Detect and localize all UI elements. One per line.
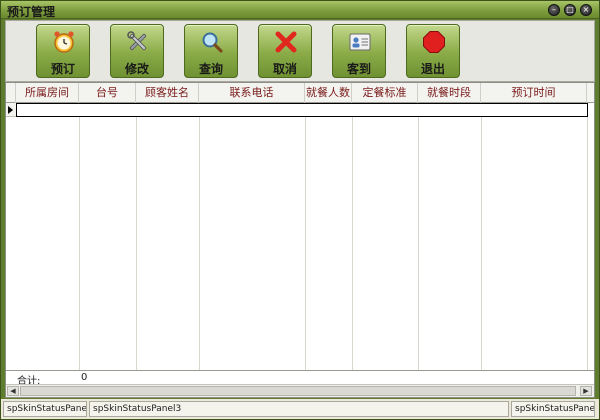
magnifier-icon — [202, 32, 223, 53]
search-button[interactable]: 查询 — [184, 24, 238, 78]
tools-icon — [127, 31, 147, 51]
title-bar[interactable]: 预订管理 – □ × — [1, 1, 599, 19]
scroll-thumb[interactable] — [20, 386, 576, 396]
window-title: 预订管理 — [7, 5, 56, 19]
alarm-clock-icon — [54, 31, 74, 53]
exit-button[interactable]: 退出 — [406, 24, 460, 78]
edit-button-label: 修改 — [124, 62, 149, 76]
column-header-diners[interactable]: 就餐人数 — [305, 83, 352, 103]
grid-header: 所属房间 台号 顾客姓名 联系电话 就餐人数 定餐标准 就餐时段 预订时间 — [6, 83, 594, 103]
minimize-button[interactable]: – — [548, 4, 560, 16]
column-divider — [199, 103, 200, 371]
column-header-room[interactable]: 所属房间 — [16, 83, 79, 103]
chevron-left-icon: ◀ — [10, 387, 16, 395]
column-divider — [481, 103, 482, 371]
cancel-button[interactable]: 取消 — [258, 24, 312, 78]
status-panel-1: spSkinStatusPanel1 — [3, 401, 87, 417]
column-divider — [136, 103, 137, 371]
column-divider — [79, 103, 80, 371]
reservation-window: 预订管理 – □ × 预订 修改 查询 取消 客到 退出 所属房间 台号 顾客姓… — [0, 0, 600, 420]
column-header-meal-standard[interactable]: 定餐标准 — [352, 83, 418, 103]
toolbar: 预订 修改 查询 取消 客到 退出 — [5, 20, 595, 82]
maximize-icon: □ — [566, 5, 574, 14]
red-x-icon — [275, 31, 297, 53]
chevron-right-icon: ▶ — [583, 387, 589, 395]
column-header-customer-name[interactable]: 顾客姓名 — [136, 83, 199, 103]
status-bar: spSkinStatusPanel1 spSkinStatusPanel3 sp… — [1, 399, 599, 419]
close-button[interactable]: × — [580, 4, 592, 16]
status-panel-3: spSkinStatusPanel3 — [89, 401, 509, 417]
row-indicator-header — [6, 83, 16, 103]
guest-arrived-button[interactable]: 客到 — [332, 24, 386, 78]
column-divider — [352, 103, 353, 371]
reserve-button[interactable]: 预订 — [36, 24, 90, 78]
current-row-indicator[interactable] — [6, 103, 16, 117]
guest-arrived-button-label: 客到 — [346, 62, 371, 76]
column-header-phone[interactable]: 联系电话 — [199, 83, 305, 103]
column-header-meal-period[interactable]: 就餐时段 — [418, 83, 481, 103]
horizontal-scrollbar[interactable]: ◀ ▶ — [6, 384, 594, 397]
column-divider — [587, 103, 588, 371]
reservation-grid[interactable]: 所属房间 台号 顾客姓名 联系电话 就餐人数 定餐标准 就餐时段 预订时间 合计… — [5, 82, 595, 398]
exit-button-label: 退出 — [420, 62, 445, 76]
search-button-label: 查询 — [198, 62, 223, 76]
total-value: 0 — [81, 372, 88, 383]
maximize-button[interactable]: □ — [564, 4, 576, 16]
stop-sign-icon — [423, 31, 445, 53]
new-record-row[interactable] — [16, 103, 588, 117]
column-divider — [305, 103, 306, 371]
row-pointer-icon — [8, 106, 13, 114]
column-divider — [418, 103, 419, 371]
minimize-icon: – — [552, 5, 556, 14]
reserve-button-label: 预订 — [50, 62, 75, 76]
edit-button[interactable]: 修改 — [110, 24, 164, 78]
scroll-left-button[interactable]: ◀ — [7, 386, 19, 396]
status-panel-2: spSkinStatusPanel2 — [511, 401, 595, 417]
cancel-button-label: 取消 — [272, 62, 297, 76]
column-header-reserve-time[interactable]: 预订时间 — [481, 83, 587, 103]
scroll-right-button[interactable]: ▶ — [580, 386, 592, 396]
contact-card-icon — [349, 33, 371, 51]
close-icon: × — [582, 5, 590, 14]
grid-footer: 合计: 0 — [6, 370, 594, 387]
column-header-table-no[interactable]: 台号 — [79, 83, 136, 103]
